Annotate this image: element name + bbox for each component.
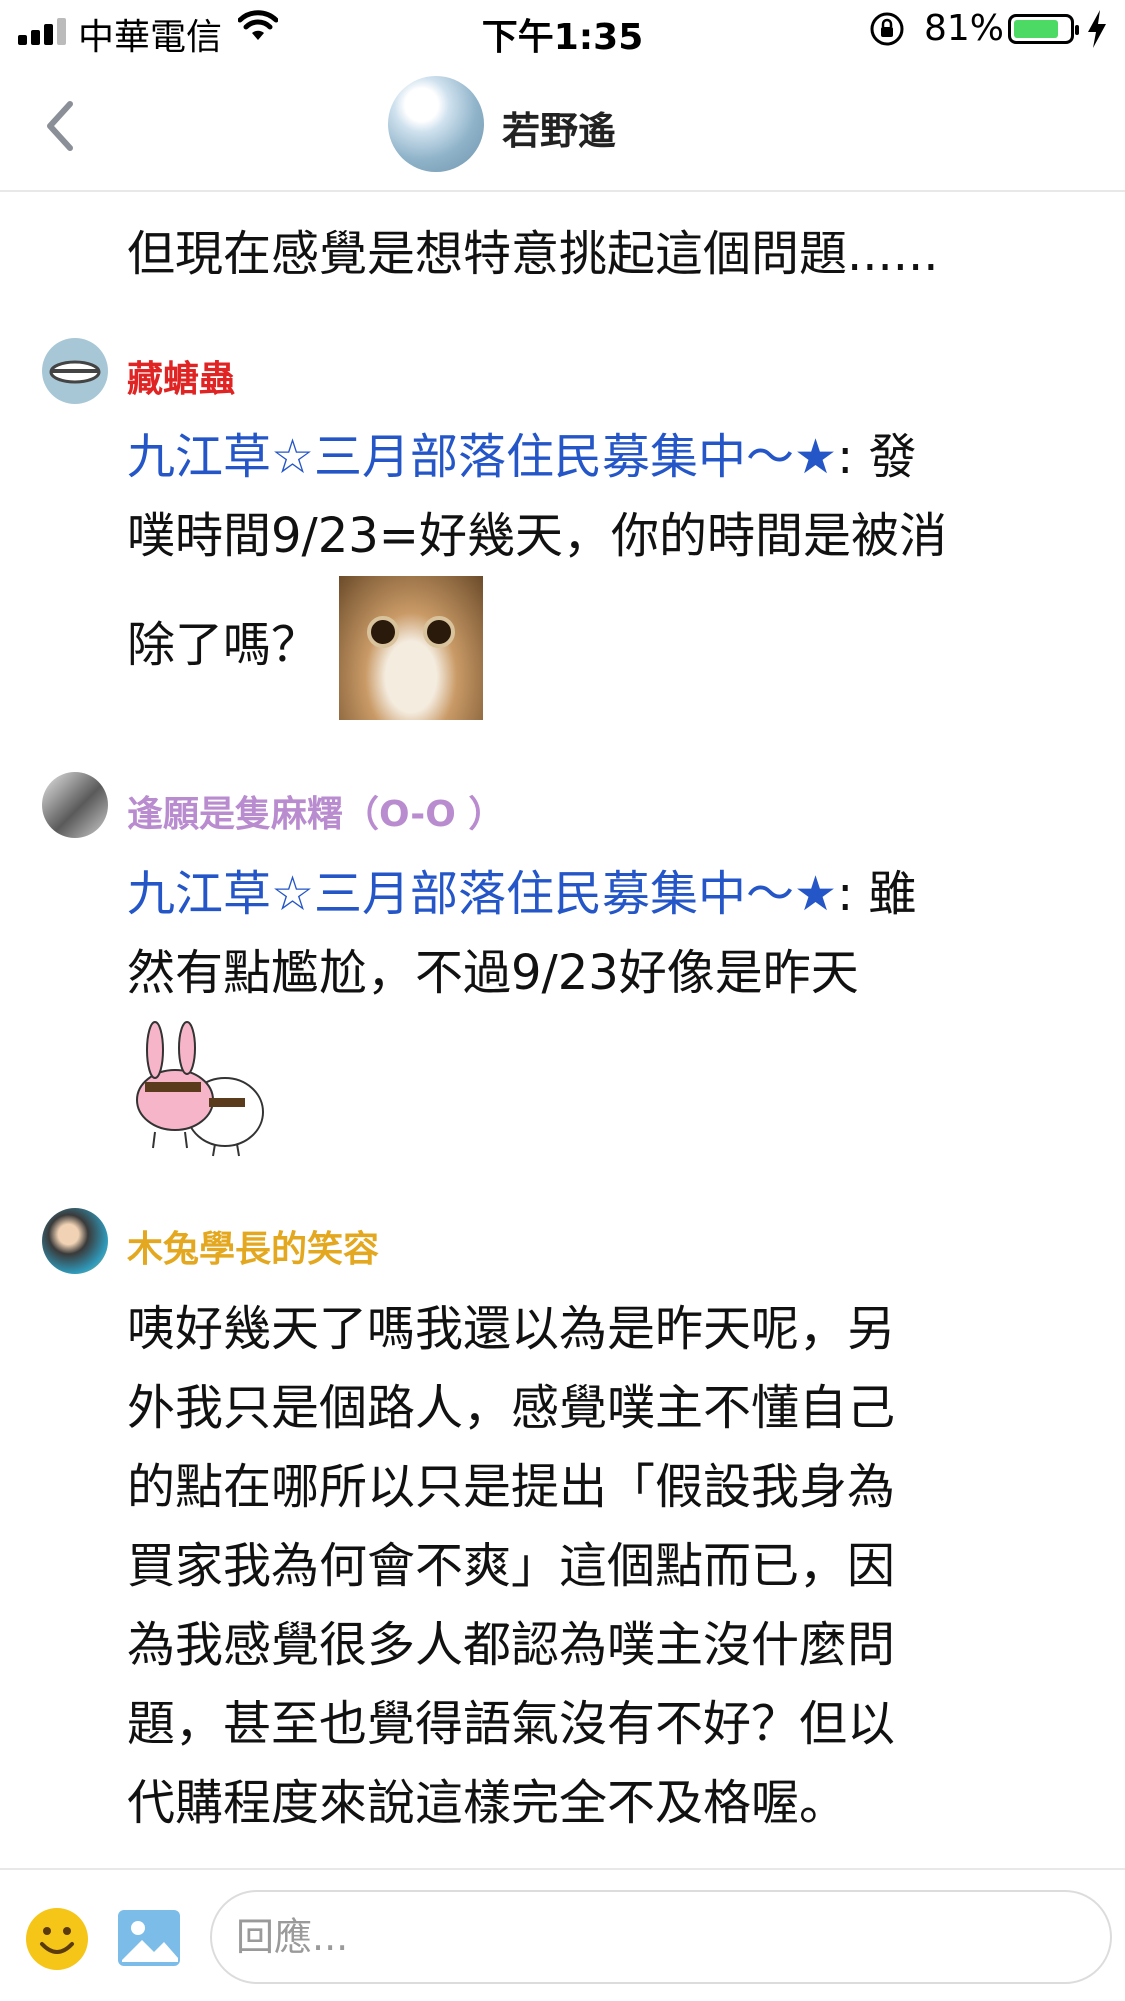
cat-emoticon-image xyxy=(339,576,484,720)
rabbit-sticker-image xyxy=(136,1021,264,1157)
mention-link[interactable]: 九江草☆三月部落住民募集中～★ xyxy=(127,429,837,485)
back-chevron-icon[interactable] xyxy=(40,98,80,154)
avatar[interactable] xyxy=(42,338,108,404)
status-bar: 中華電信 下午1:35 81% xyxy=(0,0,1125,60)
emoji-icon[interactable] xyxy=(24,1906,90,1972)
reply-bar xyxy=(0,1868,1125,2001)
battery-icon xyxy=(1008,14,1079,44)
reply-input[interactable] xyxy=(210,1890,1112,1984)
comment-text: 九江草☆三月部落住民募集中～★: 雖 然有點尷尬，不過9/23好像是昨天 xyxy=(127,866,917,1001)
nav-bar: 若野遙 xyxy=(0,60,1125,192)
comment-text: 咦好幾天了嗎我還以為是昨天呢，另 外我只是個路人，感覺噗主不懂自己 的點在哪所以… xyxy=(127,1301,896,1831)
comment-author[interactable]: 逢願是隻麻糬（O-O ） xyxy=(127,785,504,837)
avatar[interactable] xyxy=(42,1208,108,1274)
comment-text: 九江草☆三月部落住民募集中～★: 發 噗時間9/23=好幾天，你的時間是被消 除… xyxy=(127,418,1087,720)
battery-percent: 81% xyxy=(924,8,1005,49)
comment-author[interactable]: 木兔學長的笑容 xyxy=(127,1220,379,1272)
charging-icon xyxy=(1088,10,1106,48)
rotation-lock-icon xyxy=(870,12,904,46)
mention-link[interactable]: 九江草☆三月部落住民募集中～★ xyxy=(127,866,837,922)
avatar[interactable] xyxy=(42,772,108,838)
image-icon[interactable] xyxy=(116,1908,182,1968)
page-title: 若野遙 xyxy=(502,109,617,153)
comment-text: 但現在感覺是想特意挑起這個問題...... xyxy=(127,226,939,282)
comment-author[interactable]: 藏螗蟲 xyxy=(127,350,235,402)
profile-avatar[interactable] xyxy=(388,76,484,172)
eye-avatar-icon xyxy=(49,360,101,384)
